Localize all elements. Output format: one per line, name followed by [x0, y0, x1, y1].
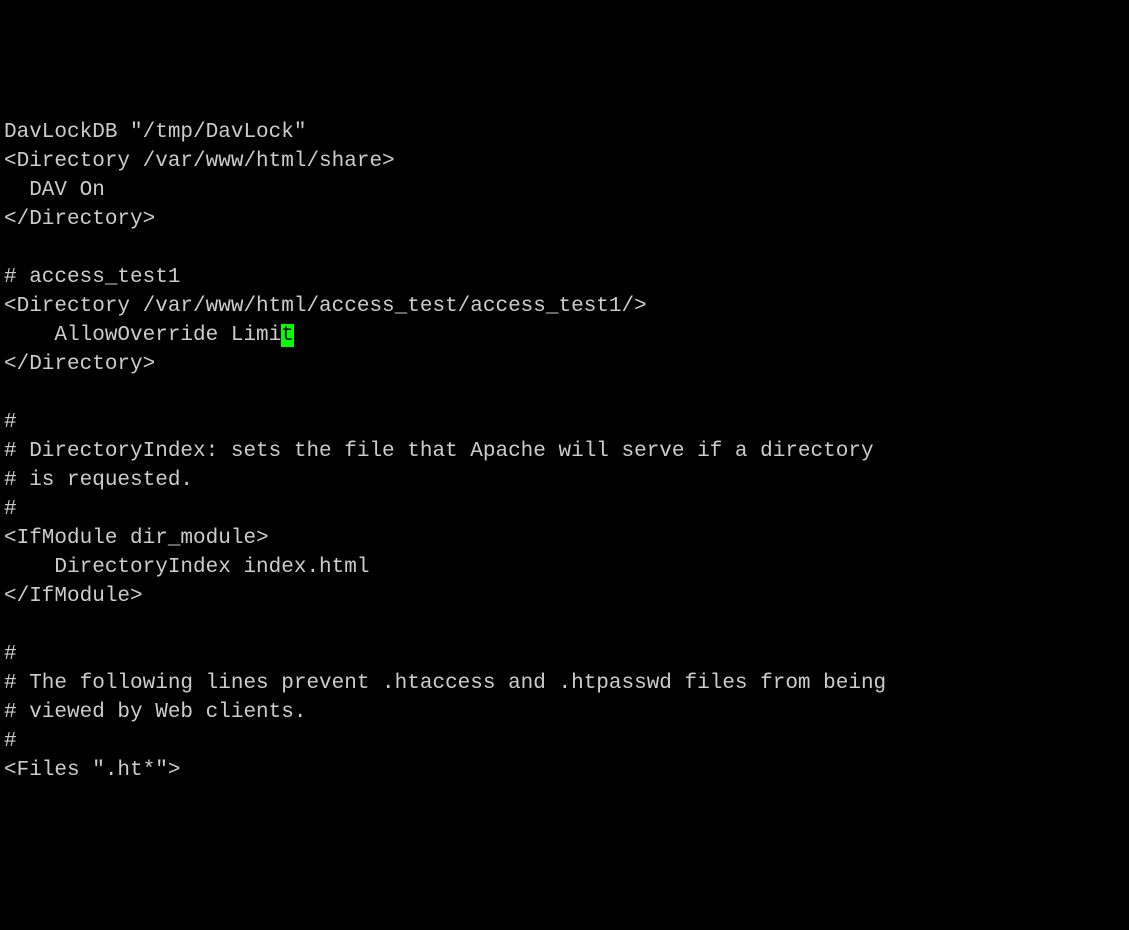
config-line: AllowOverride Limit	[4, 321, 1125, 350]
config-line	[4, 611, 1125, 640]
config-line: </Directory>	[4, 350, 1125, 379]
config-line: <Directory /var/www/html/share>	[4, 147, 1125, 176]
config-line	[4, 234, 1125, 263]
config-line: # DirectoryIndex: sets the file that Apa…	[4, 437, 1125, 466]
config-line: # viewed by Web clients.	[4, 698, 1125, 727]
config-line: # is requested.	[4, 466, 1125, 495]
config-line: #	[4, 408, 1125, 437]
text-before-cursor: AllowOverride Limi	[4, 324, 281, 347]
config-line: #	[4, 640, 1125, 669]
config-line: <IfModule dir_module>	[4, 524, 1125, 553]
config-line: DirectoryIndex index.html	[4, 553, 1125, 582]
config-line: DavLockDB "/tmp/DavLock"	[4, 118, 1125, 147]
config-line: <Directory /var/www/html/access_test/acc…	[4, 292, 1125, 321]
config-line: # The following lines prevent .htaccess …	[4, 669, 1125, 698]
config-line: DAV On	[4, 176, 1125, 205]
config-line: #	[4, 727, 1125, 756]
config-line: #	[4, 495, 1125, 524]
cursor-block: t	[281, 324, 294, 347]
config-line: # access_test1	[4, 263, 1125, 292]
config-line: <Files ".ht*">	[4, 756, 1125, 785]
config-line	[4, 379, 1125, 408]
config-line: </Directory>	[4, 205, 1125, 234]
config-line: </IfModule>	[4, 582, 1125, 611]
terminal-editor[interactable]: DavLockDB "/tmp/DavLock"<Directory /var/…	[4, 118, 1125, 785]
